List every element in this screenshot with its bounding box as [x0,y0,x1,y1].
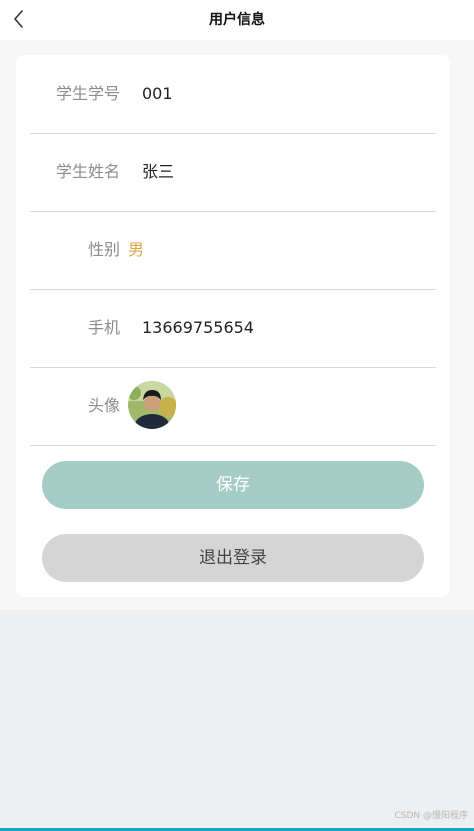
student-name-label: 学生姓名 [55,162,120,181]
gender-label: 性别 [87,240,120,259]
save-button[interactable]: 保存 [42,461,424,509]
watermark: CSDN @慢阳程序 [394,811,468,821]
phone-label: 手机 [87,318,120,337]
avatar-row: 头像 [30,367,436,446]
page-title: 用户信息 [209,12,265,28]
gender-value[interactable]: 男 [128,211,144,289]
logout-button[interactable]: 退出登录 [42,534,424,582]
student-name-value: 张三 [142,162,175,181]
avatar[interactable] [128,381,176,429]
phone-row: 手机 13669755654 [30,289,436,368]
top-nav-bar: 用户信息 [0,0,474,40]
gender-row: 性别 男 [30,211,436,290]
avatar-label: 头像 [87,396,120,415]
student-id-value: 001 [142,84,173,103]
avatar-image [128,381,176,429]
student-name-row: 学生姓名 张三 [30,133,436,212]
user-info-card: 学生学号 001 学生姓名 张三 性别 男 手机 13669755654 头像 … [16,55,450,597]
student-id-label: 学生学号 [55,84,120,103]
student-id-row: 学生学号 001 [30,55,436,134]
phone-value[interactable]: 13669755654 [142,289,254,367]
